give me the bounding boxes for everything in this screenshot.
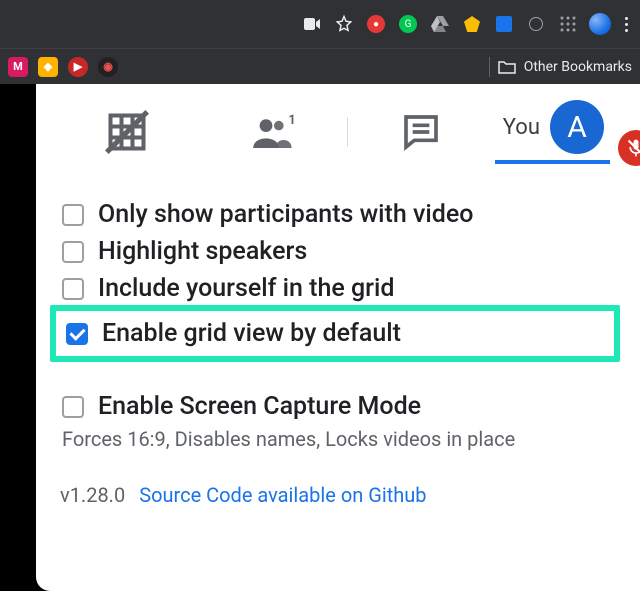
bookmark-icon-2[interactable]: ◆ (38, 57, 58, 77)
tab-chat[interactable] (348, 112, 495, 152)
ext-yellow-icon[interactable] (461, 13, 483, 35)
tab-people[interactable]: 1 (201, 112, 348, 152)
highlighted-option: Enable grid view by default (50, 305, 620, 362)
option-label: Enable grid view by default (102, 319, 401, 348)
ext-green-icon[interactable]: G (397, 13, 419, 35)
checkbox[interactable] (62, 204, 84, 226)
option-label: Include yourself in the grid (98, 274, 394, 303)
ext-bulb-icon[interactable] (525, 13, 547, 35)
folder-icon (498, 59, 516, 75)
camera-icon[interactable] (301, 13, 323, 35)
avatar-letter: A (567, 110, 587, 145)
ext-red-icon[interactable]: ● (365, 13, 387, 35)
option-only-video[interactable]: Only show participants with video (56, 196, 620, 233)
browser-toolbar: ● G (0, 0, 640, 48)
ext-blue-icon[interactable] (493, 13, 515, 35)
option-label: Enable Screen Capture Mode (98, 392, 421, 421)
bookmarks-bar: M ◆ ▶ ◉ Other Bookmarks (0, 48, 640, 84)
checkbox[interactable] (62, 396, 84, 418)
option-highlight-speakers[interactable]: Highlight speakers (56, 233, 620, 270)
version-label: v1.28.0 (60, 483, 125, 507)
other-bookmarks-label[interactable]: Other Bookmarks (524, 59, 632, 75)
checkbox[interactable] (62, 278, 84, 300)
avatar: A (550, 100, 604, 154)
svg-text:1: 1 (288, 113, 295, 128)
checkbox-checked[interactable] (66, 323, 88, 345)
tab-you[interactable]: You A (495, 100, 610, 164)
divider (489, 57, 490, 77)
option-screen-capture[interactable]: Enable Screen Capture Mode (56, 388, 620, 425)
option-label: Only show participants with video (98, 200, 473, 229)
options-list: Only show participants with video Highli… (36, 176, 640, 461)
apps-grid-icon[interactable] (557, 13, 579, 35)
option-include-yourself[interactable]: Include yourself in the grid (56, 270, 620, 307)
checkbox[interactable] (62, 241, 84, 263)
bookmark-icon-1[interactable]: M (8, 57, 28, 77)
overflow-menu-icon[interactable] (621, 17, 632, 32)
you-label: You (503, 115, 540, 140)
tab-grid-off[interactable] (54, 110, 201, 154)
star-icon[interactable] (333, 13, 355, 35)
option-enable-grid-default[interactable]: Enable grid view by default (60, 315, 610, 352)
source-code-link[interactable]: Source Code available on Github (139, 483, 426, 507)
option-description: Forces 16:9, Disables names, Locks video… (56, 427, 620, 451)
settings-panel: 1 You A Only sh (36, 84, 640, 591)
page-area: 1 You A Only sh (0, 84, 640, 591)
ext-drive-icon[interactable] (429, 13, 451, 35)
bookmark-icon-3[interactable]: ▶ (68, 57, 88, 77)
tab-row: 1 You A (36, 88, 640, 176)
mic-muted-icon[interactable] (618, 130, 640, 166)
footer: v1.28.0 Source Code available on Github (36, 461, 640, 517)
option-label: Highlight speakers (98, 237, 307, 266)
bookmark-icon-4[interactable]: ◉ (98, 57, 118, 77)
profile-avatar-icon[interactable] (589, 13, 611, 35)
